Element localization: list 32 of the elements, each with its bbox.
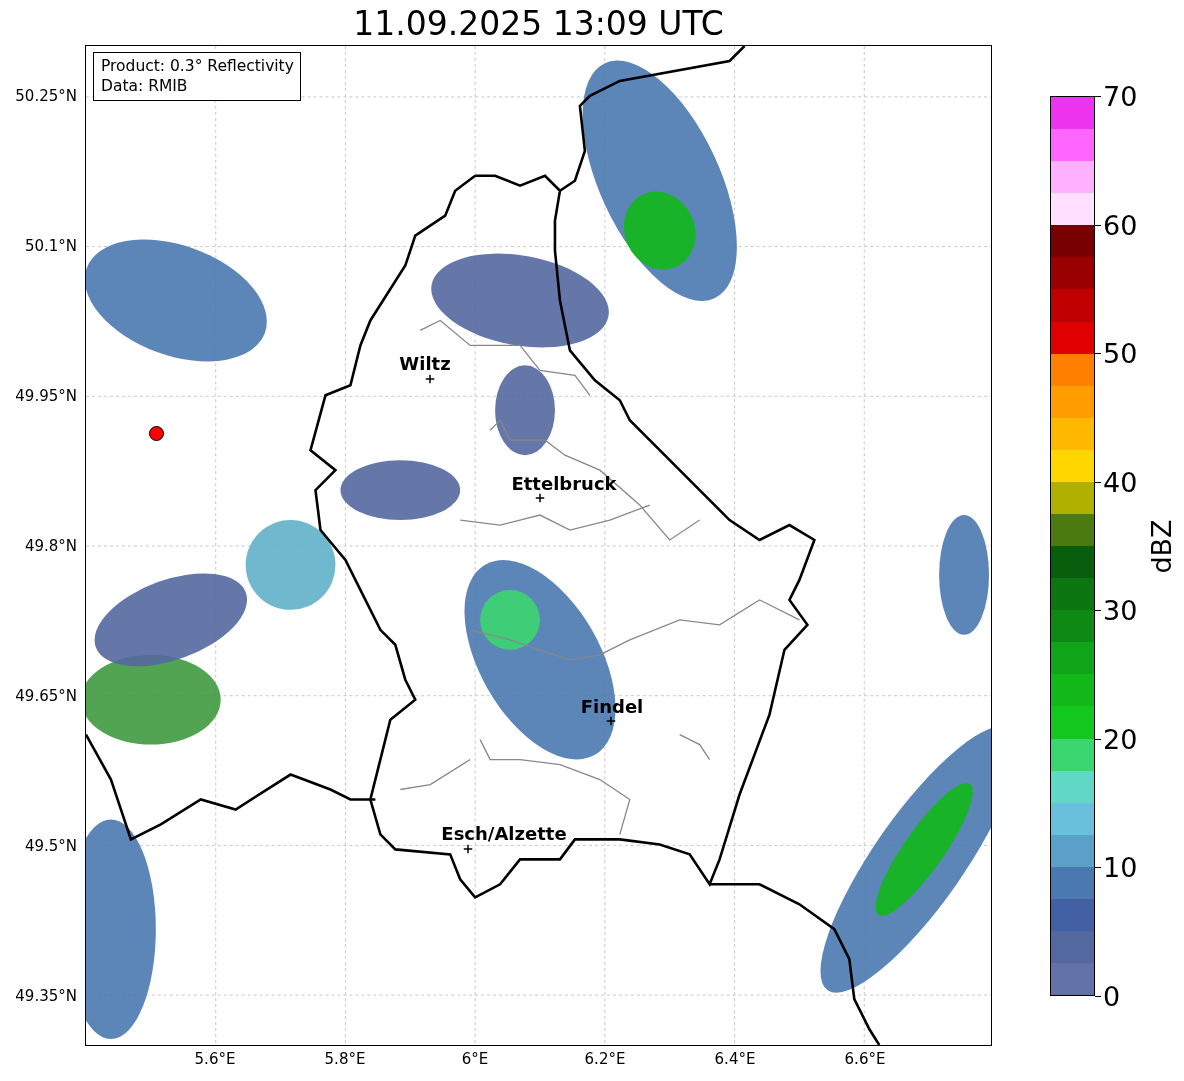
latitude-label: 49.95°N bbox=[15, 387, 77, 405]
chart-title: 11.09.2025 13:09 UTC bbox=[353, 4, 724, 43]
longitude-label: 5.8°E bbox=[324, 1050, 366, 1068]
scale-label: 50 bbox=[1103, 337, 1138, 369]
latitude-label: 50.25°N bbox=[15, 87, 77, 105]
scale-label: 20 bbox=[1103, 723, 1138, 755]
latitude-label: 49.5°N bbox=[24, 837, 77, 855]
longitude-label: 6°E bbox=[461, 1050, 489, 1068]
city-label: Wiltz bbox=[399, 352, 451, 374]
longitude-label: 6.6°E bbox=[844, 1050, 886, 1068]
plus-marker-icon bbox=[535, 493, 545, 503]
city-label: Esch/Alzette bbox=[441, 822, 567, 844]
plus-marker-icon bbox=[425, 374, 435, 384]
scale-label: 40 bbox=[1103, 466, 1138, 498]
legend-text: Data: RMIB bbox=[101, 76, 189, 96]
latitude-label: 49.8°N bbox=[24, 537, 77, 555]
scale-label: 10 bbox=[1103, 851, 1138, 883]
city-label: Ettelbruck bbox=[511, 472, 617, 494]
latitude-label: 49.35°N bbox=[15, 987, 77, 1005]
longitude-label: 6.2°E bbox=[584, 1050, 626, 1068]
longitude-label: 5.6°E bbox=[194, 1050, 236, 1068]
scale-label: 0 bbox=[1103, 980, 1121, 1012]
scale-label: 60 bbox=[1103, 209, 1138, 241]
scale-label: 30 bbox=[1103, 594, 1138, 626]
longitude-label: 6.4°E bbox=[714, 1050, 756, 1068]
legend-text: Product: 0.3° Reflectivity bbox=[101, 56, 294, 76]
unit-label: dBZ bbox=[1145, 518, 1177, 574]
plus-marker-icon bbox=[463, 844, 473, 854]
plus-marker-icon bbox=[606, 716, 616, 726]
latitude-label: 49.65°N bbox=[15, 687, 77, 705]
latitude-label: 50.1°N bbox=[24, 237, 77, 255]
scale-label: 70 bbox=[1103, 80, 1138, 112]
